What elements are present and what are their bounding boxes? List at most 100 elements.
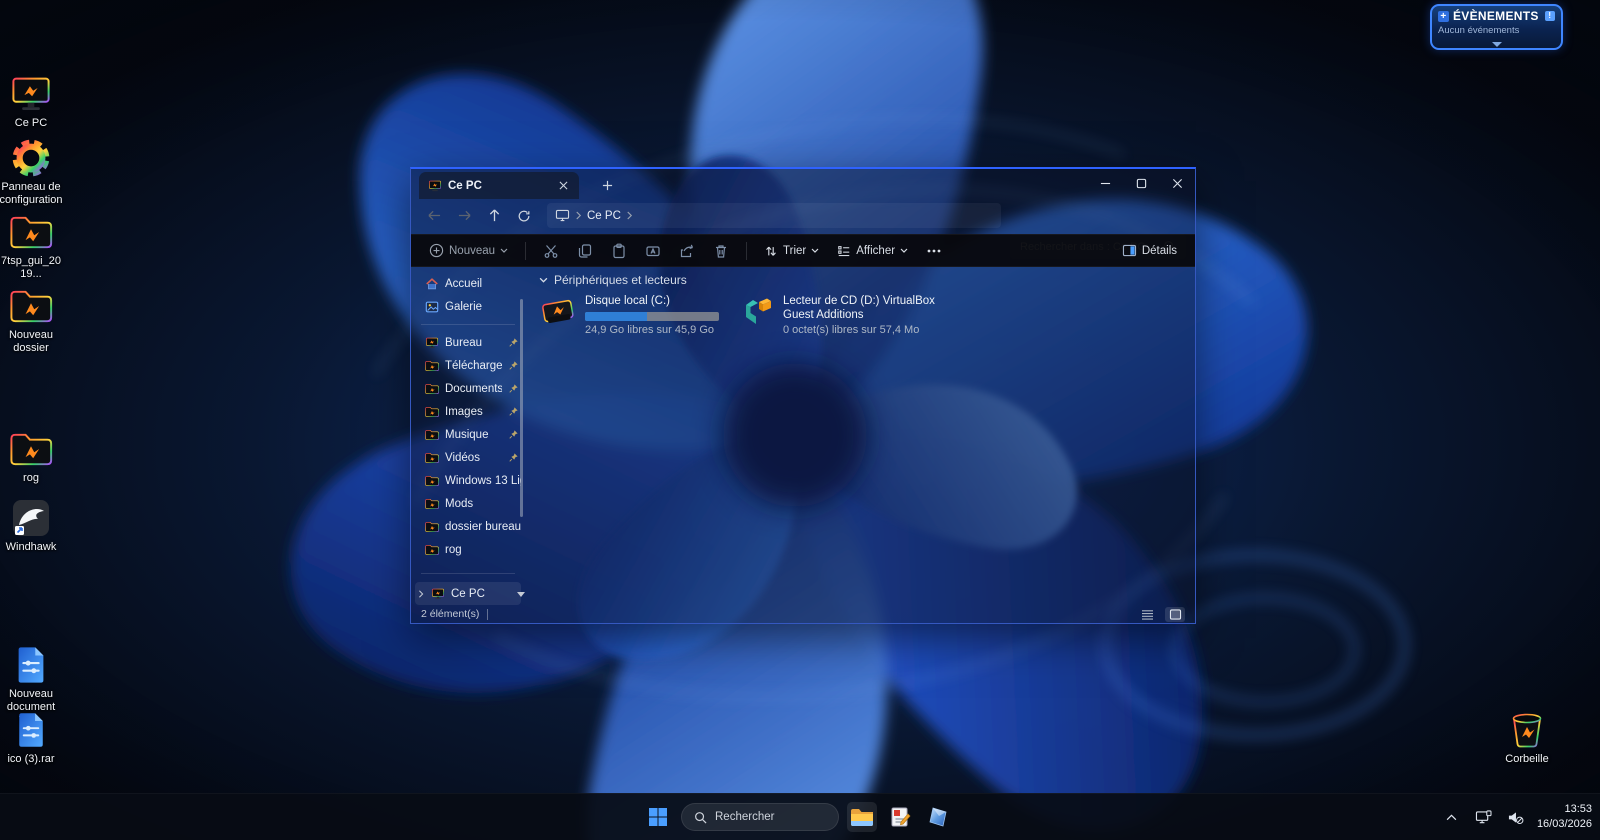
- back-icon[interactable]: [419, 203, 449, 229]
- explorer-tab-ce-pc[interactable]: Ce PC: [419, 172, 579, 199]
- desktop-icon-panneau-de-configuration[interactable]: Panneau de configuration: [0, 138, 64, 206]
- sidebar-item-musique[interactable]: Musique: [411, 423, 525, 446]
- window-controls: [1087, 169, 1195, 198]
- hard-drive-icon: [539, 295, 577, 329]
- sidebar-item-galerie[interactable]: Galerie: [411, 295, 525, 318]
- events-widget-title-row: + ÉVÈNEMENTS !: [1438, 9, 1555, 23]
- large-icons-view-icon[interactable]: [1165, 607, 1185, 622]
- folder-rgb-icon: [425, 475, 439, 487]
- sidebar-item-documents[interactable]: Documents: [411, 377, 525, 400]
- desktop-icon-rog[interactable]: rog: [0, 429, 64, 485]
- folder-rgb-icon: [9, 429, 53, 469]
- folder-rgb-icon: [9, 286, 53, 326]
- tab-title: Ce PC: [448, 180, 547, 192]
- view-button[interactable]: Afficher: [829, 238, 916, 264]
- desktop-icon-7tsp-gui[interactable]: 7tsp_gui_2019...: [0, 212, 64, 280]
- media-app-taskbar-icon[interactable]: [923, 802, 953, 832]
- sidebar-scrollbar[interactable]: [520, 299, 523, 517]
- clock-date: 16/03/2026: [1537, 817, 1592, 832]
- up-icon[interactable]: [479, 203, 509, 229]
- details-pane-button[interactable]: Détails: [1114, 238, 1185, 264]
- address-bar[interactable]: Ce PC: [547, 203, 1001, 228]
- sort-arrows-icon: [764, 244, 778, 258]
- folder-rgb-icon: [425, 429, 439, 441]
- details-pane-icon: [1122, 244, 1137, 257]
- details-view-icon[interactable]: [1137, 607, 1157, 622]
- sidebar-item-windows-13[interactable]: Windows 13 Lig: [411, 469, 525, 492]
- plus-icon: +: [1438, 11, 1449, 22]
- content-area: Périphériques et lecteurs Disque loca: [529, 267, 1195, 605]
- more-options-icon[interactable]: [918, 238, 950, 264]
- folder-rgb-icon: [425, 406, 439, 418]
- virtualbox-icon: [741, 295, 775, 329]
- paste-icon[interactable]: [603, 238, 635, 264]
- desktop-icon-ce-pc[interactable]: Ce PC: [0, 74, 64, 130]
- desktop-icon-windhawk[interactable]: Windhawk: [0, 498, 64, 554]
- gallery-icon: [425, 300, 439, 314]
- maximize-button[interactable]: [1123, 169, 1159, 198]
- command-toolbar: Nouveau: [411, 234, 1195, 267]
- delete-icon[interactable]: [705, 238, 737, 264]
- sort-button[interactable]: Trier: [756, 238, 827, 264]
- events-widget-title: ÉVÈNEMENTS: [1453, 9, 1539, 23]
- new-tab-button[interactable]: [597, 175, 617, 195]
- clock[interactable]: 13:53 16/03/2026: [1537, 802, 1592, 832]
- drive-name: Lecteur de CD (D:) VirtualBox Guest Addi…: [783, 295, 955, 323]
- chevron-down-icon[interactable]: [1492, 42, 1502, 47]
- minimize-button[interactable]: [1087, 169, 1123, 198]
- refresh-icon[interactable]: [509, 203, 539, 229]
- share-icon[interactable]: [671, 238, 703, 264]
- sidebar-item-ce-pc[interactable]: Ce PC: [415, 582, 521, 605]
- network-icon[interactable]: [1473, 806, 1495, 828]
- notepad-taskbar-icon[interactable]: [885, 802, 915, 832]
- drive-local-c[interactable]: Disque local (C:) 24,9 Go libres sur 45,…: [539, 295, 719, 336]
- status-bar: 2 élément(s): [411, 605, 1195, 623]
- item-count: 2 élément(s): [421, 608, 479, 620]
- explorer-body: Accueil Galerie Bureau Téléchargem: [411, 267, 1195, 605]
- taskbar-search[interactable]: Rechercher: [681, 803, 839, 831]
- sidebar-item-accueil[interactable]: Accueil: [411, 272, 525, 295]
- new-button[interactable]: Nouveau: [421, 238, 516, 264]
- pin-icon: [508, 360, 519, 371]
- breadcrumb-ce-pc[interactable]: Ce PC: [587, 210, 621, 222]
- volume-muted-icon[interactable]: [1505, 806, 1527, 828]
- desktop-icon-nouveau-dossier[interactable]: Nouveau dossier: [0, 286, 64, 354]
- chevron-right-icon[interactable]: [626, 211, 633, 220]
- sidebar-item-images[interactable]: Images: [411, 400, 525, 423]
- monitor-rgb-icon: [425, 337, 439, 349]
- clock-time: 13:53: [1537, 802, 1592, 817]
- sidebar-item-mods[interactable]: Mods: [411, 492, 525, 515]
- scrollbar-down-arrow-icon[interactable]: [517, 592, 525, 597]
- copy-icon[interactable]: [569, 238, 601, 264]
- folder-rgb-icon: [425, 544, 439, 556]
- chevron-down-icon[interactable]: [539, 277, 548, 283]
- sidebar-item-videos[interactable]: Vidéos: [411, 446, 525, 469]
- this-pc-icon: [555, 209, 570, 222]
- file-explorer-taskbar-icon[interactable]: [847, 802, 877, 832]
- navigation-bar: Ce PC Rechercher dans : Ce PC: [411, 200, 1195, 231]
- start-button[interactable]: [643, 802, 673, 832]
- tab-close-icon[interactable]: [553, 176, 573, 196]
- events-widget-empty-text: Aucun événements: [1438, 25, 1555, 36]
- tray-chevron-up-icon[interactable]: [1441, 806, 1463, 828]
- section-devices-and-drives[interactable]: Périphériques et lecteurs: [539, 273, 1195, 287]
- desktop-icon-recycle-bin[interactable]: Corbeille: [1494, 710, 1560, 766]
- cut-icon[interactable]: [535, 238, 567, 264]
- desktop-icon-ico-rar[interactable]: ico (3).rar: [0, 710, 64, 766]
- drive-name: Disque local (C:): [585, 295, 719, 309]
- tab-bar: Ce PC: [411, 169, 1195, 199]
- drive-cd-d[interactable]: Lecteur de CD (D:) VirtualBox Guest Addi…: [741, 295, 955, 336]
- sidebar-divider: [421, 573, 515, 574]
- events-widget[interactable]: + ÉVÈNEMENTS ! Aucun événements: [1430, 4, 1563, 50]
- rename-icon[interactable]: [637, 238, 669, 264]
- chevron-down-icon: [811, 248, 819, 253]
- forward-icon[interactable]: [449, 203, 479, 229]
- drive-usage-bar: [585, 312, 719, 321]
- chevron-right-icon[interactable]: [417, 590, 425, 598]
- close-button[interactable]: [1159, 169, 1195, 198]
- sidebar-item-bureau[interactable]: Bureau: [411, 331, 525, 354]
- sidebar-item-rog[interactable]: rog: [411, 538, 525, 561]
- folder-rgb-icon: [425, 452, 439, 464]
- sidebar-item-dossier-bureaux[interactable]: dossier bureaux: [411, 515, 525, 538]
- sidebar-item-telechargements[interactable]: Téléchargem: [411, 354, 525, 377]
